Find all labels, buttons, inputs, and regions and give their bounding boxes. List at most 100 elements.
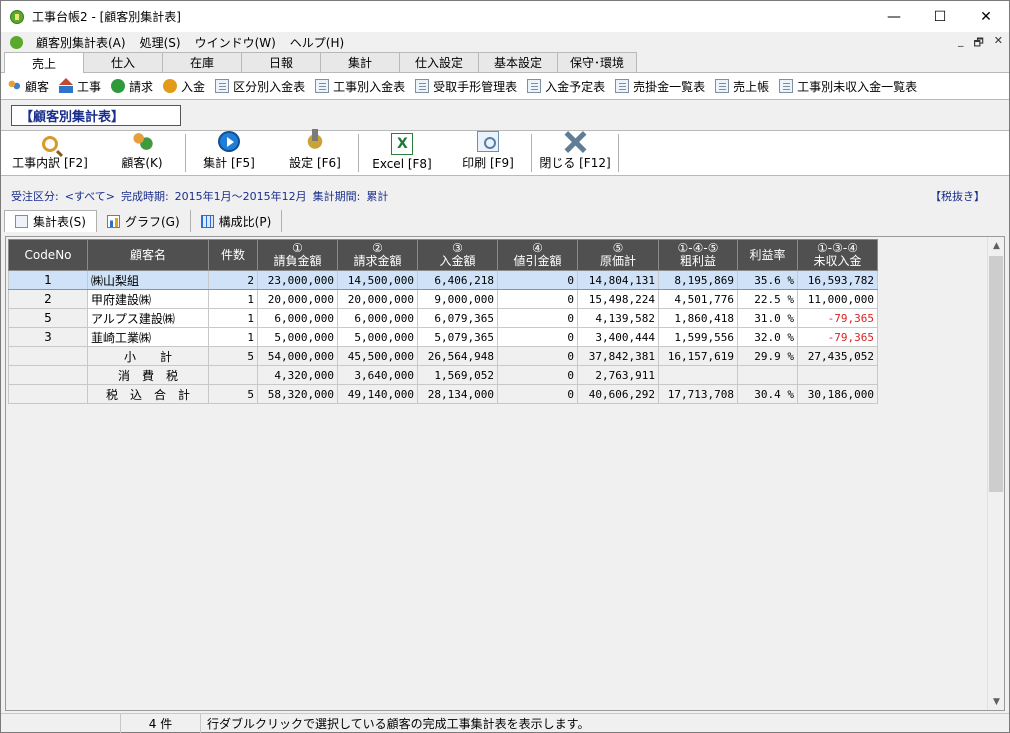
cell-billed[interactable]: 5,000,000 bbox=[337, 327, 418, 347]
cell-cost[interactable]: 3,400,444 bbox=[577, 327, 659, 347]
cell-received[interactable]: 6,079,365 bbox=[417, 308, 498, 328]
shortcut-payment-by-construction[interactable]: 工事別入金表 bbox=[315, 78, 405, 95]
minimize-button[interactable]: — bbox=[871, 1, 917, 32]
cell-billed[interactable]: 6,000,000 bbox=[337, 308, 418, 328]
cell-billed[interactable]: 20,000,000 bbox=[337, 289, 418, 309]
cell-rate[interactable]: 35.6 % bbox=[737, 270, 798, 290]
col-header-profit-rate[interactable]: 利益率 bbox=[737, 239, 798, 271]
col-header-gross-profit[interactable]: ①-④-⑤ 粗利益 bbox=[658, 239, 738, 271]
print-button[interactable]: 印刷 [F9] bbox=[445, 131, 531, 175]
scroll-up-icon[interactable]: ▲ bbox=[988, 237, 1005, 254]
cell-cost[interactable]: 4,139,582 bbox=[577, 308, 659, 328]
cell-code[interactable]: 3 bbox=[8, 327, 88, 347]
shortcut-unpaid-by-construction[interactable]: 工事別未収入金一覧表 bbox=[779, 78, 917, 95]
maximize-button[interactable]: ☐ bbox=[917, 1, 963, 32]
shortcut-construction[interactable]: 工事 bbox=[59, 78, 101, 95]
cell-discount[interactable]: 0 bbox=[497, 308, 578, 328]
cell-billed[interactable]: 14,500,000 bbox=[337, 270, 418, 290]
cell-unpaid[interactable]: 11,000,000 bbox=[797, 289, 878, 309]
customer-button[interactable]: 顧客(K) bbox=[99, 131, 185, 175]
shortcut-payment-by-category[interactable]: 区分別入金表 bbox=[215, 78, 305, 95]
tab-composition[interactable]: 構成比(P) bbox=[191, 210, 283, 232]
cell-received[interactable]: 5,079,365 bbox=[417, 327, 498, 347]
menu-help[interactable]: ヘルプ(H) bbox=[283, 34, 351, 51]
table-row[interactable]: 1 ㈱山梨組 2 23,000,000 14,500,000 6,406,218 0 14,8… bbox=[8, 270, 878, 290]
cell-code[interactable]: 2 bbox=[8, 289, 88, 309]
shortcut-sales-ledger[interactable]: 売上帳 bbox=[715, 78, 769, 95]
cell-contract[interactable]: 5,000,000 bbox=[257, 327, 338, 347]
close-button[interactable]: 閉じる [F12] bbox=[532, 131, 618, 175]
tab-graph[interactable]: グラフ(G) bbox=[97, 210, 191, 232]
cell-customer-name[interactable]: 甲府建設㈱ bbox=[87, 289, 209, 309]
col-header-cost[interactable]: ⑤ 原価計 bbox=[577, 239, 659, 271]
cell-gross[interactable]: 4,501,776 bbox=[658, 289, 738, 309]
cell-discount[interactable]: 0 bbox=[497, 289, 578, 309]
cell-unpaid[interactable]: 16,593,782 bbox=[797, 270, 878, 290]
cell-contract[interactable]: 23,000,000 bbox=[257, 270, 338, 290]
cell-count[interactable]: 2 bbox=[208, 270, 258, 290]
cell-customer-name[interactable]: ㈱山梨組 bbox=[87, 270, 209, 290]
excel-button[interactable]: Excel [F8] bbox=[359, 131, 445, 175]
tab-basic-settings[interactable]: 基本設定 bbox=[478, 52, 558, 72]
tab-aggregate[interactable]: 集計 bbox=[320, 52, 400, 72]
tab-maintenance[interactable]: 保守･環境 bbox=[557, 52, 637, 72]
menu-report[interactable]: 顧客別集計表(A) bbox=[29, 34, 133, 51]
scroll-down-icon[interactable]: ▼ bbox=[988, 693, 1005, 710]
cell-received[interactable]: 6,406,218 bbox=[417, 270, 498, 290]
col-header-customer[interactable]: 顧客名 bbox=[87, 239, 209, 271]
shortcut-billing[interactable]: 請求 bbox=[111, 78, 153, 95]
menu-process[interactable]: 処理(S) bbox=[133, 34, 188, 51]
cell-gross[interactable]: 8,195,869 bbox=[658, 270, 738, 290]
cell-code[interactable]: 5 bbox=[8, 308, 88, 328]
table-row[interactable]: 2 甲府建設㈱ 1 20,000,000 20,000,000 9,000,000 0 15,… bbox=[8, 289, 878, 309]
shortcut-receivables-list[interactable]: 売掛金一覧表 bbox=[615, 78, 705, 95]
col-header-code[interactable]: CodeNo bbox=[8, 239, 88, 271]
cell-rate[interactable]: 22.5 % bbox=[737, 289, 798, 309]
shortcut-payment-schedule[interactable]: 入金予定表 bbox=[527, 78, 605, 95]
cell-unpaid[interactable]: -79,365 bbox=[797, 327, 878, 347]
cell-discount[interactable]: 0 bbox=[497, 327, 578, 347]
mdi-close-button[interactable]: ✕ bbox=[994, 34, 1003, 53]
col-header-billed[interactable]: ② 請求金額 bbox=[337, 239, 418, 271]
col-header-contract[interactable]: ① 請負金額 bbox=[257, 239, 338, 271]
cell-rate[interactable]: 31.0 % bbox=[737, 308, 798, 328]
cell-contract[interactable]: 6,000,000 bbox=[257, 308, 338, 328]
col-header-received[interactable]: ③ 入金額 bbox=[417, 239, 498, 271]
tab-sales[interactable]: 売上 bbox=[4, 52, 84, 73]
aggregate-button[interactable]: 集計 [F5] bbox=[186, 131, 272, 175]
cell-discount[interactable]: 0 bbox=[497, 270, 578, 290]
cell-contract[interactable]: 20,000,000 bbox=[257, 289, 338, 309]
shortcut-notes-receivable[interactable]: 受取手形管理表 bbox=[415, 78, 517, 95]
tab-purchase-settings[interactable]: 仕入設定 bbox=[399, 52, 479, 72]
table-row[interactable]: 3 韮崎工業㈱ 1 5,000,000 5,000,000 5,079,365 0 3,400… bbox=[8, 327, 878, 347]
close-window-button[interactable]: ✕ bbox=[963, 1, 1009, 32]
mdi-minimize-button[interactable]: _ bbox=[958, 34, 964, 53]
col-header-unpaid[interactable]: ①-③-④ 未収入金 bbox=[797, 239, 878, 271]
tab-inventory[interactable]: 在庫 bbox=[162, 52, 242, 72]
cell-cost[interactable]: 15,498,224 bbox=[577, 289, 659, 309]
cell-gross[interactable]: 1,599,556 bbox=[658, 327, 738, 347]
tab-purchase[interactable]: 仕入 bbox=[83, 52, 163, 72]
mdi-restore-button[interactable]: 🗗 bbox=[973, 34, 983, 53]
cell-gross[interactable]: 1,860,418 bbox=[658, 308, 738, 328]
col-header-discount[interactable]: ④ 値引金額 bbox=[497, 239, 578, 271]
cell-cost[interactable]: 14,804,131 bbox=[577, 270, 659, 290]
col-header-count[interactable]: 件数 bbox=[208, 239, 258, 271]
cell-code[interactable]: 1 bbox=[8, 270, 88, 290]
table-row[interactable]: 5 アルプス建設㈱ 1 6,000,000 6,000,000 6,079,365 0 4,1… bbox=[8, 308, 878, 328]
cell-unpaid[interactable]: -79,365 bbox=[797, 308, 878, 328]
cell-customer-name[interactable]: アルプス建設㈱ bbox=[87, 308, 209, 328]
scroll-thumb[interactable] bbox=[989, 256, 1003, 492]
cell-customer-name[interactable]: 韮崎工業㈱ bbox=[87, 327, 209, 347]
cell-received[interactable]: 9,000,000 bbox=[417, 289, 498, 309]
cell-count[interactable]: 1 bbox=[208, 289, 258, 309]
tab-daily-report[interactable]: 日報 bbox=[241, 52, 321, 72]
cell-rate[interactable]: 32.0 % bbox=[737, 327, 798, 347]
tab-summary-table[interactable]: 集計表(S) bbox=[4, 210, 97, 232]
settings-button[interactable]: 設定 [F6] bbox=[272, 129, 358, 175]
vertical-scrollbar[interactable]: ▲ ▼ bbox=[987, 237, 1004, 710]
cell-count[interactable]: 1 bbox=[208, 327, 258, 347]
document-menu-icon[interactable] bbox=[10, 35, 23, 49]
menu-window[interactable]: ウインドウ(W) bbox=[188, 34, 283, 51]
construction-detail-button[interactable]: 工事内訳 [F2] bbox=[1, 131, 99, 175]
